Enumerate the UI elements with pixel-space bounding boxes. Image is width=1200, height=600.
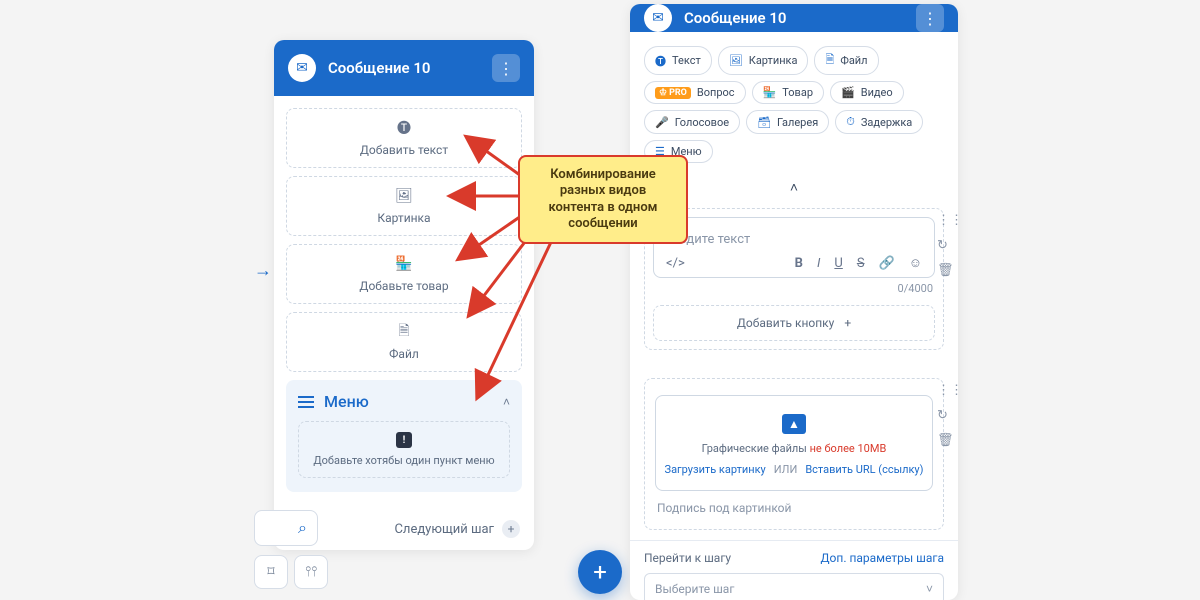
chevron-up-icon: ˄ (790, 179, 798, 196)
delete-icon[interactable]: 🗑 (937, 433, 958, 448)
text-icon: 🅣 (655, 53, 666, 69)
upload-image-link[interactable]: Загрузить картинку (665, 463, 766, 476)
italic-button[interactable]: I (817, 256, 820, 271)
history-icon[interactable]: ↻ (937, 408, 958, 423)
arrow-enter: → (254, 260, 272, 281)
chevron-up-icon: ˄ (503, 395, 510, 409)
add-fab[interactable]: + (578, 550, 622, 594)
chevron-down-icon: ˅ (926, 582, 933, 596)
message-card-left: ✉ Сообщение 10 ⋮ 🅣 Добавить текст 🖼 Карт… (274, 40, 534, 550)
add-button-row[interactable]: Добавить кнопку + (653, 305, 935, 341)
step-select-placeholder: Выберите шаг (655, 582, 734, 596)
image-caption-hint: Подпись под картинкой (655, 501, 933, 515)
chip-voice[interactable]: 🎤Голосовое (644, 110, 740, 134)
plus-icon: + (844, 316, 851, 330)
message-icon: ✉ (644, 4, 672, 32)
annotation-tooltip: Комбинирование разных видов контента в о… (518, 155, 688, 244)
chip-image[interactable]: 🖼Картинка (718, 46, 809, 75)
add-button-label: Добавить кнопку (737, 316, 834, 330)
menu-hint-label: Добавьте хотябы один пункт меню (313, 454, 494, 467)
or-text: ИЛИ (774, 463, 798, 476)
chip-video[interactable]: 🎬Видео (830, 81, 904, 104)
text-editor: </> B I U S 🔗 ☺ (653, 217, 935, 278)
card-header: ✉ Сообщение 10 ⋮ (274, 40, 534, 96)
panel-header: ✉ Сообщение 10 ⋮ (630, 4, 958, 32)
image-icon: 🖼 (729, 54, 743, 67)
mic-icon: 🎤 (655, 116, 669, 129)
char-counter: 0/4000 (653, 278, 935, 295)
product-icon: 🏪 (763, 86, 777, 99)
menu-add-item[interactable]: ! Добавьте хотябы один пункт меню (298, 421, 510, 478)
insert-url-link[interactable]: Вставить URL (ссылку) (805, 463, 923, 476)
card-title: Сообщение 10 (328, 59, 480, 77)
message-icon: ✉ (288, 54, 316, 82)
warning-icon: ! (396, 432, 412, 448)
product-icon: 🏪 (395, 255, 413, 273)
add-image-label: Картинка (377, 211, 430, 225)
next-step-label: Следующий шаг (394, 522, 494, 537)
menu-block: Меню ˄ ! Добавьте хотябы один пункт меню (286, 380, 522, 492)
message-panel-right: ✉ Сообщение 10 ⋮ 🅣Текст 🖼Картинка 🗎Файл … (630, 4, 958, 600)
add-text-block[interactable]: 🅣 Добавить текст (286, 108, 522, 168)
pro-badge: ♔ PRO (655, 87, 691, 99)
chip-file[interactable]: 🗎Файл (814, 46, 878, 75)
goto-step-label: Перейти к шагу (644, 551, 731, 565)
panel-title: Сообщение 10 (684, 9, 904, 27)
search-icon: ⌕ (298, 518, 307, 538)
chip-delay[interactable]: ⏱Задержка (835, 110, 923, 134)
scan-tool[interactable]: ⌑ (254, 555, 288, 589)
add-file-block[interactable]: 🗎 Файл (286, 312, 522, 372)
underline-button[interactable]: U (834, 256, 842, 271)
drag-handle-icon[interactable]: ⋮⋮ (937, 383, 958, 398)
add-file-label: Файл (389, 347, 419, 361)
extra-params-link[interactable]: Доп. параметры шага (821, 551, 944, 565)
file-icon: 🗎 (395, 323, 413, 341)
image-size-hint: Графические файлы не более 10MB (702, 442, 887, 455)
video-icon: 🎬 (841, 86, 855, 99)
chip-question[interactable]: ♔ PROВопрос (644, 81, 746, 104)
hamburger-icon (298, 396, 314, 408)
search-button[interactable]: ⌕ (254, 510, 318, 546)
chip-product[interactable]: 🏪Товар (752, 81, 824, 104)
menu-toggle[interactable]: Меню ˄ (298, 392, 510, 411)
clock-icon: ⏱ (846, 115, 855, 129)
text-icon: 🅣 (395, 119, 413, 137)
code-icon[interactable]: </> (666, 256, 685, 271)
drag-handle-icon[interactable]: ⋮⋮ (937, 213, 958, 228)
chip-text[interactable]: 🅣Текст (644, 46, 712, 75)
stats-tool[interactable]: ⫯⫯ (294, 555, 328, 589)
image-icon: 🖼 (395, 187, 413, 205)
text-block: ⋮⋮ ↻ 🗑 </> B I U S 🔗 ☺ (644, 208, 944, 350)
panel-menu-button[interactable]: ⋮ (916, 4, 944, 32)
menu-label: Меню (324, 392, 493, 411)
add-product-label: Добавьте товар (359, 279, 448, 293)
chip-gallery[interactable]: 🗃Галерея (746, 110, 829, 134)
delete-icon[interactable]: 🗑 (937, 263, 958, 278)
gallery-icon: 🗃 (757, 116, 771, 129)
text-input[interactable] (664, 232, 924, 247)
emoji-button[interactable]: ☺ (909, 255, 922, 271)
link-button[interactable]: 🔗 (879, 256, 895, 271)
history-icon[interactable]: ↻ (937, 238, 958, 253)
plus-icon: + (502, 520, 520, 538)
bold-button[interactable]: B (795, 256, 803, 271)
text-toolbar: </> B I U S 🔗 ☺ (664, 247, 924, 271)
image-block: ⋮⋮ ↻ 🗑 ▲ Графические файлы не более 10MB… (644, 378, 944, 530)
file-icon: 🗎 (825, 51, 834, 70)
content-type-chips: 🅣Текст 🖼Картинка 🗎Файл ♔ PROВопрос 🏪Това… (630, 32, 958, 171)
panel-footer: Перейти к шагу Доп. параметры шага Выбер… (630, 540, 958, 600)
add-product-block[interactable]: 🏪 Добавьте товар (286, 244, 522, 304)
strike-button[interactable]: S (857, 256, 865, 271)
add-text-label: Добавить текст (360, 143, 448, 157)
step-select[interactable]: Выберите шаг ˅ (644, 573, 944, 600)
picture-icon: ▲ (782, 414, 806, 434)
card-menu-button[interactable]: ⋮ (492, 54, 520, 82)
add-image-block[interactable]: 🖼 Картинка (286, 176, 522, 236)
